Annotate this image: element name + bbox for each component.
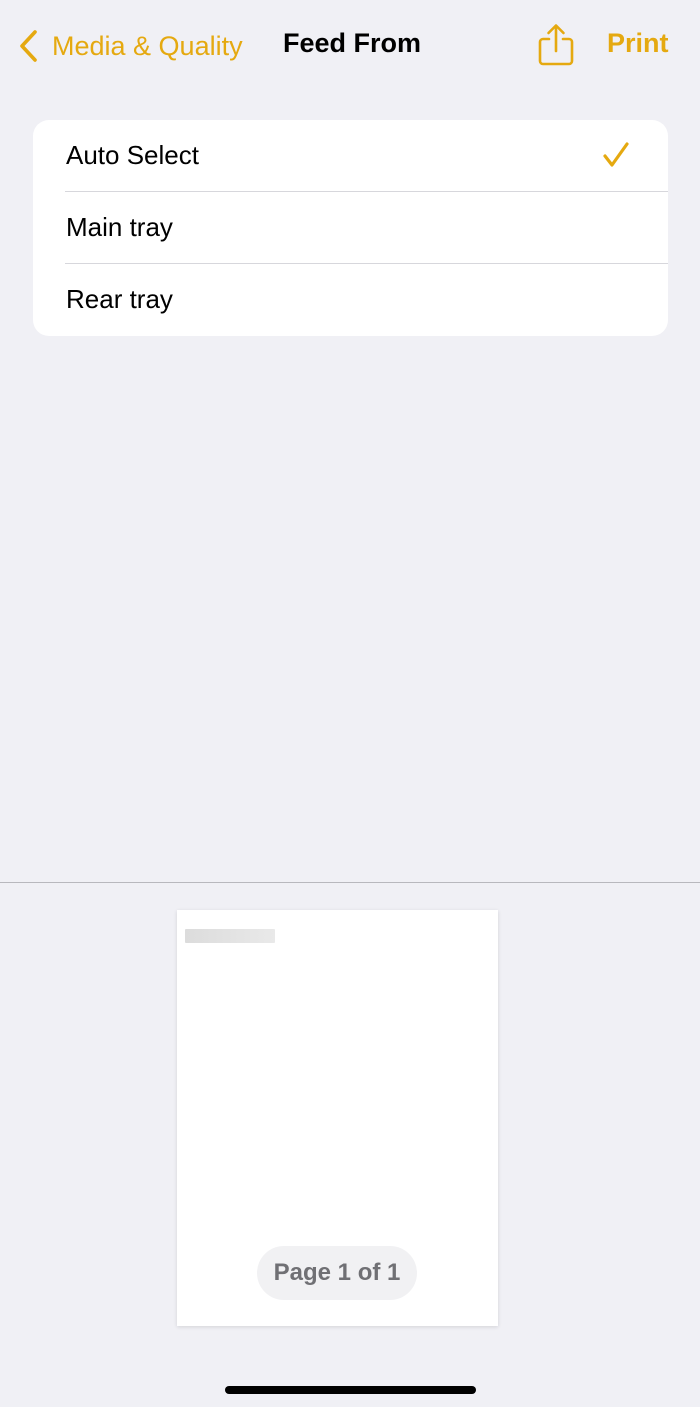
print-preview-page[interactable]: Page 1 of 1	[177, 910, 498, 1326]
option-label: Auto Select	[66, 140, 199, 170]
navigation-bar: Media & Quality Feed From Print	[0, 0, 700, 92]
preview-content-line	[185, 929, 275, 943]
page-title: Feed From	[283, 28, 422, 58]
preview-separator	[0, 882, 700, 883]
home-indicator[interactable]	[225, 1386, 476, 1394]
checkmark-icon	[602, 141, 630, 169]
option-auto-select[interactable]: Auto Select	[33, 120, 668, 192]
option-rear-tray[interactable]: Rear tray	[33, 264, 668, 336]
print-button[interactable]: Print	[607, 28, 669, 59]
share-button[interactable]	[536, 22, 576, 68]
back-button-label: Media & Quality	[52, 30, 243, 61]
share-icon	[536, 24, 576, 72]
feed-from-options: Auto Select Main tray Rear tray	[33, 120, 668, 336]
option-label: Main tray	[66, 212, 173, 242]
page-indicator: Page 1 of 1	[257, 1246, 417, 1300]
chevron-left-icon	[18, 29, 38, 63]
back-button[interactable]: Media & Quality	[18, 24, 243, 68]
option-main-tray[interactable]: Main tray	[33, 192, 668, 264]
option-label: Rear tray	[66, 284, 173, 314]
